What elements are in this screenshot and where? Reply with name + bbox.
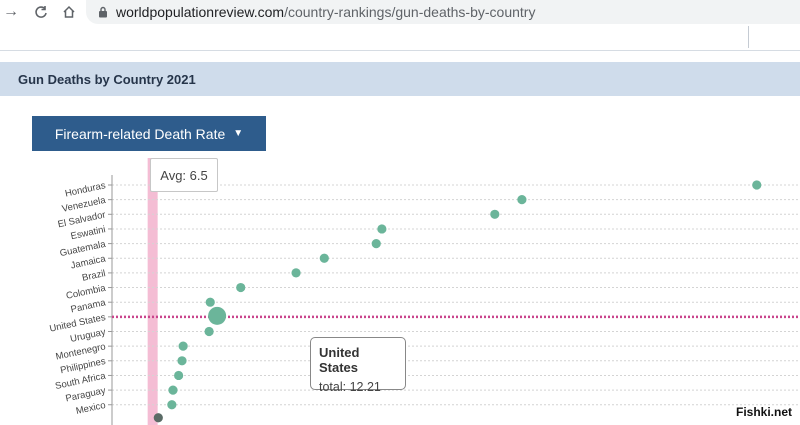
- caret-down-icon: ▼: [233, 128, 244, 139]
- section-header: Gun Deaths by Country 2021: [0, 62, 800, 96]
- metric-dropdown-button[interactable]: Firearm-related Death Rate ▼: [32, 116, 266, 151]
- lock-icon: [98, 6, 108, 18]
- data-point: [371, 239, 381, 249]
- divider: [748, 26, 749, 48]
- data-point: [377, 224, 387, 234]
- data-point: [168, 385, 178, 395]
- category-label: Mexico: [75, 400, 107, 417]
- tooltip-value: total: 12.21: [319, 380, 381, 394]
- data-point: [291, 268, 301, 278]
- home-icon[interactable]: [58, 0, 80, 24]
- data-point: [490, 209, 500, 219]
- data-point: [517, 195, 527, 205]
- url-domain: worldpopulationreview.com: [116, 4, 285, 20]
- address-bar[interactable]: worldpopulationreview.com/country-rankin…: [86, 0, 800, 24]
- country-tooltip: United States total: 12.21: [310, 337, 406, 394]
- back-arrow-icon[interactable]: →: [0, 0, 22, 24]
- data-point: [167, 400, 177, 410]
- data-point: [208, 306, 227, 325]
- data-point: [178, 341, 188, 351]
- tooltip-country: United States: [319, 345, 360, 375]
- watermark: Fishki.net: [736, 405, 793, 419]
- category-label: Brazil: [81, 268, 107, 284]
- data-point: [204, 326, 214, 337]
- page-title: Gun Deaths by Country 2021: [18, 71, 196, 87]
- url-path: /country-rankings/gun-deaths-by-country: [284, 4, 536, 20]
- metric-dropdown-label: Firearm-related Death Rate: [54, 125, 226, 142]
- data-point: [205, 297, 215, 307]
- data-point: [174, 370, 184, 381]
- average-label-box: Avg: 6.5: [150, 158, 218, 192]
- average-band: [147, 158, 158, 425]
- data-point: [752, 180, 762, 190]
- page-top-strip: [0, 24, 800, 51]
- data-point: [177, 356, 187, 366]
- average-label: Avg: 6.5: [160, 167, 208, 183]
- data-point: [319, 253, 329, 263]
- browser-toolbar: → worldpopulationreview.com/country-rank…: [0, 0, 800, 24]
- data-point: [153, 413, 163, 423]
- refresh-icon[interactable]: [30, 0, 52, 24]
- data-point: [236, 282, 246, 293]
